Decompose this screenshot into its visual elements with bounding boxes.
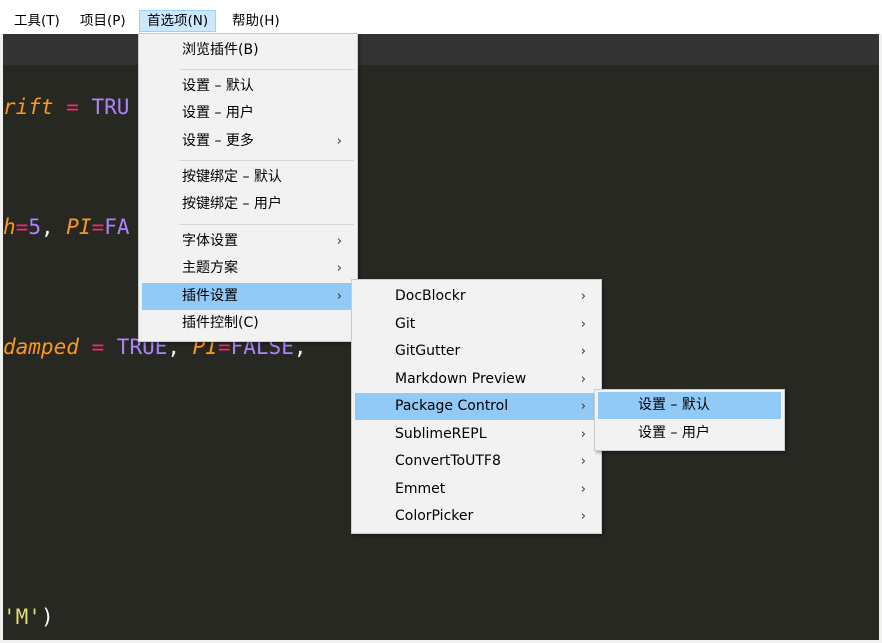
menu-separator bbox=[179, 69, 354, 70]
menu-item-label: DocBlockr bbox=[395, 288, 466, 304]
menu-preferences[interactable]: 首选项(N) bbox=[139, 10, 217, 32]
menu-item-plugin[interactable]: ColorPicker › bbox=[355, 503, 598, 530]
chevron-right-icon: › bbox=[336, 289, 342, 304]
menu-item-label: 设置 – 用户 bbox=[638, 425, 710, 441]
menu-item-label: Emmet bbox=[395, 480, 446, 497]
code-line: 'M') bbox=[3, 605, 54, 629]
menu-item-settings-default[interactable]: 设置 – 默认 bbox=[142, 73, 354, 100]
menu-item-package-control[interactable]: 插件控制(C) bbox=[142, 310, 354, 337]
menu-item-plugin[interactable]: SublimeREPL › bbox=[355, 421, 598, 448]
menu-item-label: 字体设置 bbox=[182, 233, 238, 249]
code-token: 5 bbox=[28, 215, 41, 239]
chevron-right-icon: › bbox=[580, 481, 586, 497]
menu-item-keybindings-default[interactable]: 按键绑定 – 默认 bbox=[142, 164, 354, 191]
menu-item-plugin[interactable]: Package Control › bbox=[355, 393, 598, 420]
chevron-right-icon: › bbox=[336, 261, 342, 276]
code-token: ) bbox=[40, 605, 54, 629]
chevron-right-icon: › bbox=[580, 371, 586, 387]
menu-item-plugin[interactable]: Emmet › bbox=[355, 476, 598, 503]
chevron-right-icon: › bbox=[580, 316, 586, 332]
menu-item-font[interactable]: 字体设置 › bbox=[142, 228, 354, 255]
menu-item-label: 设置 – 默认 bbox=[638, 397, 710, 413]
menu-item-label: 插件控制(C) bbox=[182, 315, 259, 331]
menu-project[interactable]: 项目(P) bbox=[73, 10, 133, 32]
menu-item-label: 设置 – 用户 bbox=[182, 105, 254, 121]
menu-item-label: GitGutter bbox=[395, 343, 461, 359]
tab-bar bbox=[3, 34, 879, 65]
code-line: rift = TRU bbox=[3, 95, 129, 119]
menu-item-label: 设置 – 默认 bbox=[182, 78, 254, 94]
menu-item-browse-packages[interactable]: 浏览插件(B) bbox=[142, 37, 354, 64]
menu-item-settings-more[interactable]: 设置 – 更多 › bbox=[142, 128, 354, 155]
code-token: FA bbox=[104, 215, 130, 239]
menu-item-label: Git bbox=[395, 315, 416, 332]
code-token: TRU bbox=[91, 95, 130, 119]
package-settings-menu: DocBlockr › Git › GitGutter › Markdown Preview… bbox=[351, 279, 602, 534]
menu-item-plugin[interactable]: Markdown Preview › bbox=[355, 366, 598, 393]
code-token: h bbox=[3, 215, 16, 239]
menu-bar: 工具(T) 项目(P) 首选项(N) 帮助(H) bbox=[0, 0, 882, 34]
code-token: rift bbox=[3, 95, 54, 119]
menu-item-label: SublimeREPL bbox=[395, 425, 487, 442]
menu-item-settings-user[interactable]: 设置 – 用户 bbox=[142, 100, 354, 127]
chevron-right-icon: › bbox=[336, 134, 342, 149]
code-token: , bbox=[40, 215, 67, 239]
menu-item-label: 按键绑定 – 默认 bbox=[182, 169, 282, 185]
code-token: = bbox=[15, 215, 29, 239]
code-line: h=5, PI=FA bbox=[3, 215, 130, 239]
menu-separator bbox=[179, 160, 354, 161]
chevron-right-icon: › bbox=[580, 509, 586, 524]
code-token: 'M' bbox=[3, 605, 41, 629]
code-token: = bbox=[78, 335, 117, 359]
menu-item-pc-settings-default[interactable]: 设置 – 默认 bbox=[598, 392, 781, 419]
menu-item-label: Package Control bbox=[395, 398, 509, 414]
menu-tools[interactable]: 工具(T) bbox=[7, 10, 67, 32]
menu-item-label: ColorPicker bbox=[395, 508, 474, 524]
chevron-right-icon: › bbox=[336, 234, 342, 249]
chevron-right-icon: › bbox=[580, 454, 586, 469]
menu-item-label: 设置 – 更多 bbox=[182, 133, 254, 149]
menu-item-keybindings-user[interactable]: 按键绑定 – 用户 bbox=[142, 191, 354, 218]
chevron-right-icon: › bbox=[580, 344, 586, 359]
package-control-submenu: 设置 – 默认 设置 – 用户 bbox=[594, 389, 785, 451]
chevron-right-icon: › bbox=[580, 399, 586, 414]
menu-item-plugin[interactable]: GitGutter › bbox=[355, 338, 598, 365]
menu-item-pc-settings-user[interactable]: 设置 – 用户 bbox=[598, 420, 781, 447]
menu-item-label: Markdown Preview bbox=[395, 370, 527, 387]
code-token: = bbox=[91, 215, 105, 239]
code-token: = bbox=[53, 95, 92, 119]
menu-item-label: ConvertToUTF8 bbox=[395, 453, 501, 469]
menu-item-plugin[interactable]: DocBlockr › bbox=[355, 283, 598, 310]
menu-item-label: 按键绑定 – 用户 bbox=[182, 196, 282, 212]
menu-item-label: 主题方案 bbox=[182, 260, 238, 276]
preferences-menu: 浏览插件(B) 设置 – 默认 设置 – 用户 设置 – 更多 › 按键绑定 – … bbox=[138, 33, 358, 342]
menu-help[interactable]: 帮助(H) bbox=[225, 10, 287, 32]
code-token: damped bbox=[3, 335, 79, 359]
code-token: PI bbox=[66, 215, 92, 239]
menu-item-plugin[interactable]: Git › bbox=[355, 311, 598, 338]
menu-item-color-scheme[interactable]: 主题方案 › bbox=[142, 255, 354, 282]
menu-item-package-settings[interactable]: 插件设置 › bbox=[142, 283, 354, 310]
menu-item-label: 浏览插件(B) bbox=[182, 42, 259, 58]
chevron-right-icon: › bbox=[580, 426, 586, 442]
chevron-right-icon: › bbox=[580, 289, 586, 304]
menu-item-label: 插件设置 bbox=[182, 288, 238, 304]
menu-separator bbox=[179, 224, 354, 225]
menu-item-plugin[interactable]: ConvertToUTF8 › bbox=[355, 448, 598, 475]
